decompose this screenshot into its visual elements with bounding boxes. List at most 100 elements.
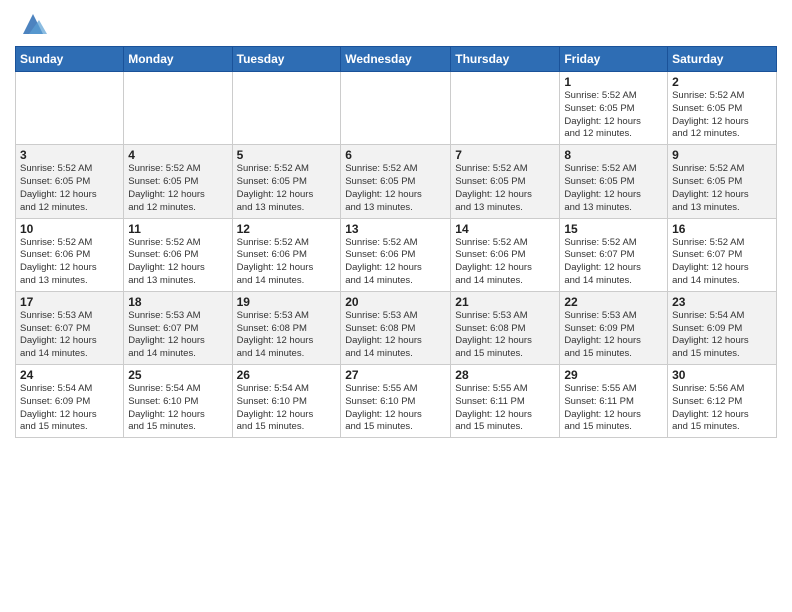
- day-number: 26: [237, 368, 337, 382]
- day-number: 28: [455, 368, 555, 382]
- weekday-header-wednesday: Wednesday: [341, 47, 451, 72]
- weekday-header-monday: Monday: [124, 47, 232, 72]
- day-info: Sunrise: 5:52 AM Sunset: 6:07 PM Dayligh…: [672, 237, 772, 288]
- calendar-cell: 11Sunrise: 5:52 AM Sunset: 6:06 PM Dayli…: [124, 218, 232, 291]
- calendar-cell: 13Sunrise: 5:52 AM Sunset: 6:06 PM Dayli…: [341, 218, 451, 291]
- calendar-cell: [16, 72, 124, 145]
- calendar-table: SundayMondayTuesdayWednesdayThursdayFrid…: [15, 46, 777, 438]
- calendar-week-row: 24Sunrise: 5:54 AM Sunset: 6:09 PM Dayli…: [16, 365, 777, 438]
- day-number: 4: [128, 148, 227, 162]
- day-info: Sunrise: 5:52 AM Sunset: 6:06 PM Dayligh…: [455, 237, 555, 288]
- day-number: 15: [564, 222, 663, 236]
- calendar-cell: 20Sunrise: 5:53 AM Sunset: 6:08 PM Dayli…: [341, 291, 451, 364]
- day-number: 17: [20, 295, 119, 309]
- day-info: Sunrise: 5:52 AM Sunset: 6:05 PM Dayligh…: [128, 163, 227, 214]
- calendar-cell: 6Sunrise: 5:52 AM Sunset: 6:05 PM Daylig…: [341, 145, 451, 218]
- day-number: 10: [20, 222, 119, 236]
- calendar-cell: 25Sunrise: 5:54 AM Sunset: 6:10 PM Dayli…: [124, 365, 232, 438]
- calendar-cell: 27Sunrise: 5:55 AM Sunset: 6:10 PM Dayli…: [341, 365, 451, 438]
- day-info: Sunrise: 5:52 AM Sunset: 6:07 PM Dayligh…: [564, 237, 663, 288]
- day-number: 29: [564, 368, 663, 382]
- day-number: 25: [128, 368, 227, 382]
- calendar-cell: 18Sunrise: 5:53 AM Sunset: 6:07 PM Dayli…: [124, 291, 232, 364]
- calendar-cell: 22Sunrise: 5:53 AM Sunset: 6:09 PM Dayli…: [560, 291, 668, 364]
- calendar-cell: 1Sunrise: 5:52 AM Sunset: 6:05 PM Daylig…: [560, 72, 668, 145]
- day-number: 22: [564, 295, 663, 309]
- day-info: Sunrise: 5:54 AM Sunset: 6:09 PM Dayligh…: [20, 383, 119, 434]
- day-info: Sunrise: 5:53 AM Sunset: 6:08 PM Dayligh…: [345, 310, 446, 361]
- day-info: Sunrise: 5:55 AM Sunset: 6:10 PM Dayligh…: [345, 383, 446, 434]
- day-info: Sunrise: 5:56 AM Sunset: 6:12 PM Dayligh…: [672, 383, 772, 434]
- day-number: 3: [20, 148, 119, 162]
- day-info: Sunrise: 5:53 AM Sunset: 6:07 PM Dayligh…: [128, 310, 227, 361]
- day-number: 16: [672, 222, 772, 236]
- day-info: Sunrise: 5:55 AM Sunset: 6:11 PM Dayligh…: [455, 383, 555, 434]
- calendar-cell: 7Sunrise: 5:52 AM Sunset: 6:05 PM Daylig…: [451, 145, 560, 218]
- calendar-cell: 3Sunrise: 5:52 AM Sunset: 6:05 PM Daylig…: [16, 145, 124, 218]
- day-number: 21: [455, 295, 555, 309]
- logo-icon: [19, 10, 47, 38]
- calendar-cell: 21Sunrise: 5:53 AM Sunset: 6:08 PM Dayli…: [451, 291, 560, 364]
- calendar-cell: [232, 72, 341, 145]
- calendar-week-row: 10 Sunrise: 5:52 AM Sunset: 6:06 PM Dayli…: [16, 218, 777, 291]
- calendar-cell: 29Sunrise: 5:55 AM Sunset: 6:11 PM Dayli…: [560, 365, 668, 438]
- calendar-cell: [124, 72, 232, 145]
- day-info: Sunrise: 5:52 AM Sunset: 6:05 PM Dayligh…: [672, 90, 772, 141]
- day-number: 13: [345, 222, 446, 236]
- day-number: 12: [237, 222, 337, 236]
- calendar-cell: 26Sunrise: 5:54 AM Sunset: 6:10 PM Dayli…: [232, 365, 341, 438]
- day-info: Sunrise: 5:52 AM Sunset: 6:05 PM Dayligh…: [564, 90, 663, 141]
- calendar-cell: 23Sunrise: 5:54 AM Sunset: 6:09 PM Dayli…: [668, 291, 777, 364]
- day-number: 11: [128, 222, 227, 236]
- day-number: 6: [345, 148, 446, 162]
- logo: [15, 14, 47, 38]
- calendar-cell: [451, 72, 560, 145]
- day-info: Sunrise: 5:52 AM Sunset: 6:05 PM Dayligh…: [345, 163, 446, 214]
- day-number: 2: [672, 75, 772, 89]
- day-info: Sunrise: 5:55 AM Sunset: 6:11 PM Dayligh…: [564, 383, 663, 434]
- weekday-header-tuesday: Tuesday: [232, 47, 341, 72]
- day-number: 9: [672, 148, 772, 162]
- day-info: Sunrise: 5:52 AM Sunset: 6:05 PM Dayligh…: [455, 163, 555, 214]
- calendar-cell: 17Sunrise: 5:53 AM Sunset: 6:07 PM Dayli…: [16, 291, 124, 364]
- weekday-header-sunday: Sunday: [16, 47, 124, 72]
- page: SundayMondayTuesdayWednesdayThursdayFrid…: [0, 0, 792, 453]
- day-number: 20: [345, 295, 446, 309]
- day-info: Sunrise: 5:52 AM Sunset: 6:06 PM Dayligh…: [128, 237, 227, 288]
- calendar-cell: 14Sunrise: 5:52 AM Sunset: 6:06 PM Dayli…: [451, 218, 560, 291]
- weekday-header-row: SundayMondayTuesdayWednesdayThursdayFrid…: [16, 47, 777, 72]
- day-info: Sunrise: 5:53 AM Sunset: 6:07 PM Dayligh…: [20, 310, 119, 361]
- calendar-cell: 15Sunrise: 5:52 AM Sunset: 6:07 PM Dayli…: [560, 218, 668, 291]
- calendar-week-row: 3Sunrise: 5:52 AM Sunset: 6:05 PM Daylig…: [16, 145, 777, 218]
- calendar-week-row: 17Sunrise: 5:53 AM Sunset: 6:07 PM Dayli…: [16, 291, 777, 364]
- day-info: Sunrise: 5:54 AM Sunset: 6:10 PM Dayligh…: [237, 383, 337, 434]
- day-info: Sunrise: 5:54 AM Sunset: 6:09 PM Dayligh…: [672, 310, 772, 361]
- day-number: 27: [345, 368, 446, 382]
- day-number: 30: [672, 368, 772, 382]
- calendar-cell: [341, 72, 451, 145]
- day-info: Sunrise: 5:53 AM Sunset: 6:08 PM Dayligh…: [455, 310, 555, 361]
- day-number: 7: [455, 148, 555, 162]
- day-info: Sunrise: 5:54 AM Sunset: 6:10 PM Dayligh…: [128, 383, 227, 434]
- weekday-header-thursday: Thursday: [451, 47, 560, 72]
- day-number: 8: [564, 148, 663, 162]
- day-number: 18: [128, 295, 227, 309]
- weekday-header-friday: Friday: [560, 47, 668, 72]
- header: [15, 10, 777, 38]
- calendar-cell: 19Sunrise: 5:53 AM Sunset: 6:08 PM Dayli…: [232, 291, 341, 364]
- day-number: 19: [237, 295, 337, 309]
- day-info: Sunrise: 5:52 AM Sunset: 6:05 PM Dayligh…: [672, 163, 772, 214]
- calendar-cell: 30Sunrise: 5:56 AM Sunset: 6:12 PM Dayli…: [668, 365, 777, 438]
- day-number: 23: [672, 295, 772, 309]
- calendar-cell: 10Sunrise: 5:52 AM Sunset: 6:06 PM Dayli…: [16, 218, 124, 291]
- calendar-cell: 9Sunrise: 5:52 AM Sunset: 6:05 PM Daylig…: [668, 145, 777, 218]
- day-number: 24: [20, 368, 119, 382]
- calendar-cell: 12Sunrise: 5:52 AM Sunset: 6:06 PM Dayli…: [232, 218, 341, 291]
- day-number: 5: [237, 148, 337, 162]
- calendar-cell: 28Sunrise: 5:55 AM Sunset: 6:11 PM Dayli…: [451, 365, 560, 438]
- day-number: 14: [455, 222, 555, 236]
- calendar-cell: 16Sunrise: 5:52 AM Sunset: 6:07 PM Dayli…: [668, 218, 777, 291]
- day-info: Sunrise: 5:52 AM Sunset: 6:05 PM Dayligh…: [20, 163, 119, 214]
- day-info: Sunrise: 5:53 AM Sunset: 6:09 PM Dayligh…: [564, 310, 663, 361]
- calendar-cell: 24Sunrise: 5:54 AM Sunset: 6:09 PM Dayli…: [16, 365, 124, 438]
